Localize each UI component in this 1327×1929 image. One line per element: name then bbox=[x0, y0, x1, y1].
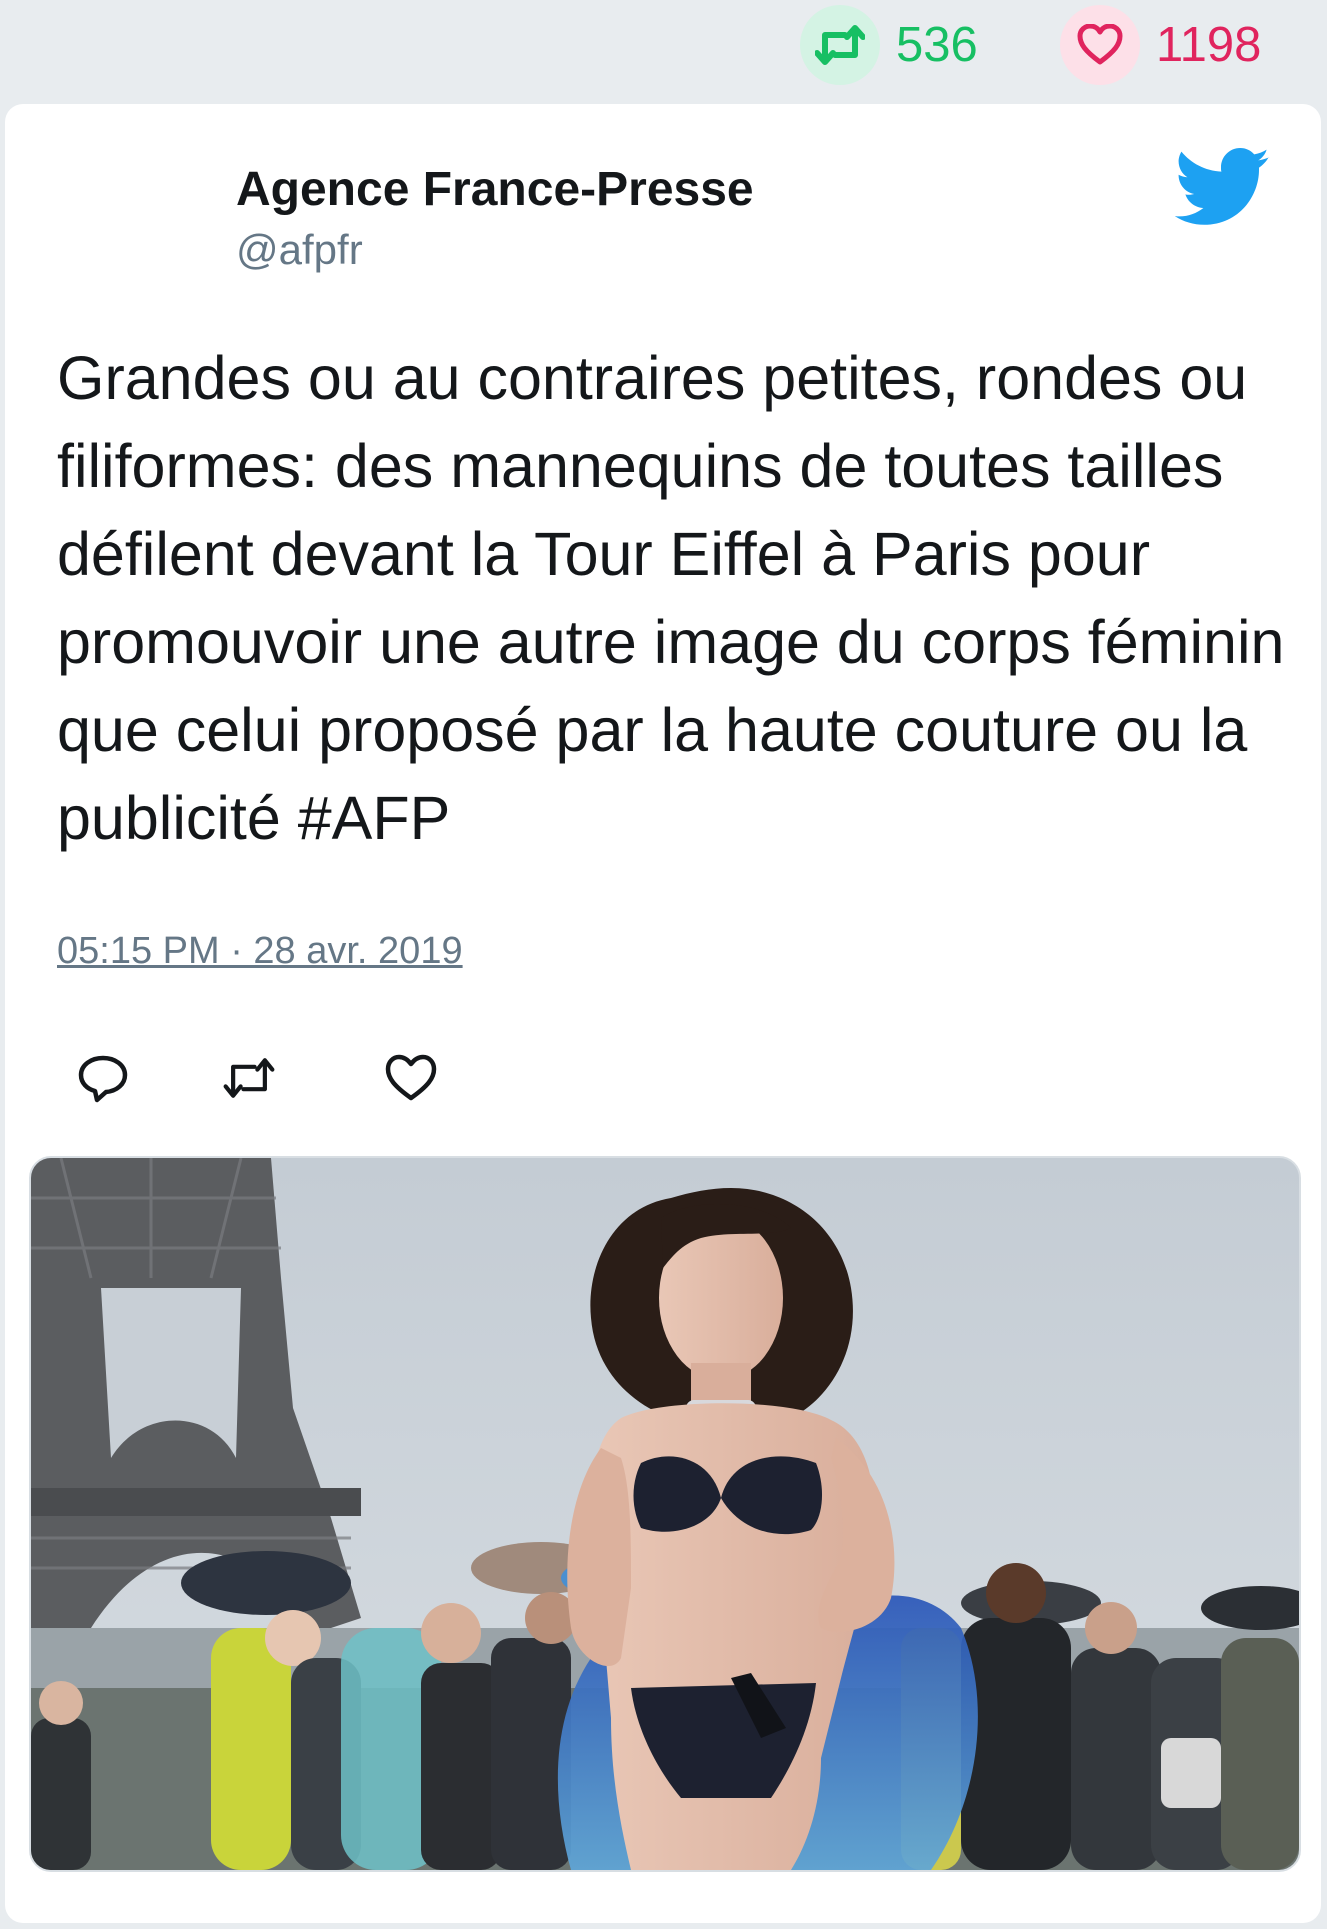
like-count: 1198 bbox=[1156, 18, 1262, 72]
tweet-timestamp[interactable]: 05:15 PM · 28 avr. 2019 bbox=[57, 930, 463, 973]
heart-icon bbox=[1060, 5, 1140, 85]
twitter-bird-icon bbox=[1175, 148, 1270, 225]
tweet-card: Agence France-Presse @afpfr Grandes ou a… bbox=[5, 104, 1321, 1923]
tweet-photo[interactable] bbox=[29, 1156, 1301, 1872]
like-stat[interactable]: 1198 bbox=[1060, 5, 1262, 85]
retweet-stat[interactable]: 536 bbox=[800, 5, 978, 85]
reply-icon[interactable] bbox=[75, 1050, 131, 1106]
engagement-bar: 536 1198 bbox=[0, 0, 1327, 100]
photo-illustration bbox=[31, 1158, 1299, 1870]
like-button-icon[interactable] bbox=[383, 1050, 439, 1106]
retweet-icon bbox=[800, 5, 880, 85]
author-handle[interactable]: @afpfr bbox=[236, 226, 363, 274]
retweet-count: 536 bbox=[896, 18, 978, 72]
author-name[interactable]: Agence France-Presse bbox=[236, 162, 754, 217]
tweet-text: Grandes ou au contraires petites, rondes… bbox=[57, 344, 1285, 852]
retweet-button-icon[interactable] bbox=[221, 1050, 277, 1106]
